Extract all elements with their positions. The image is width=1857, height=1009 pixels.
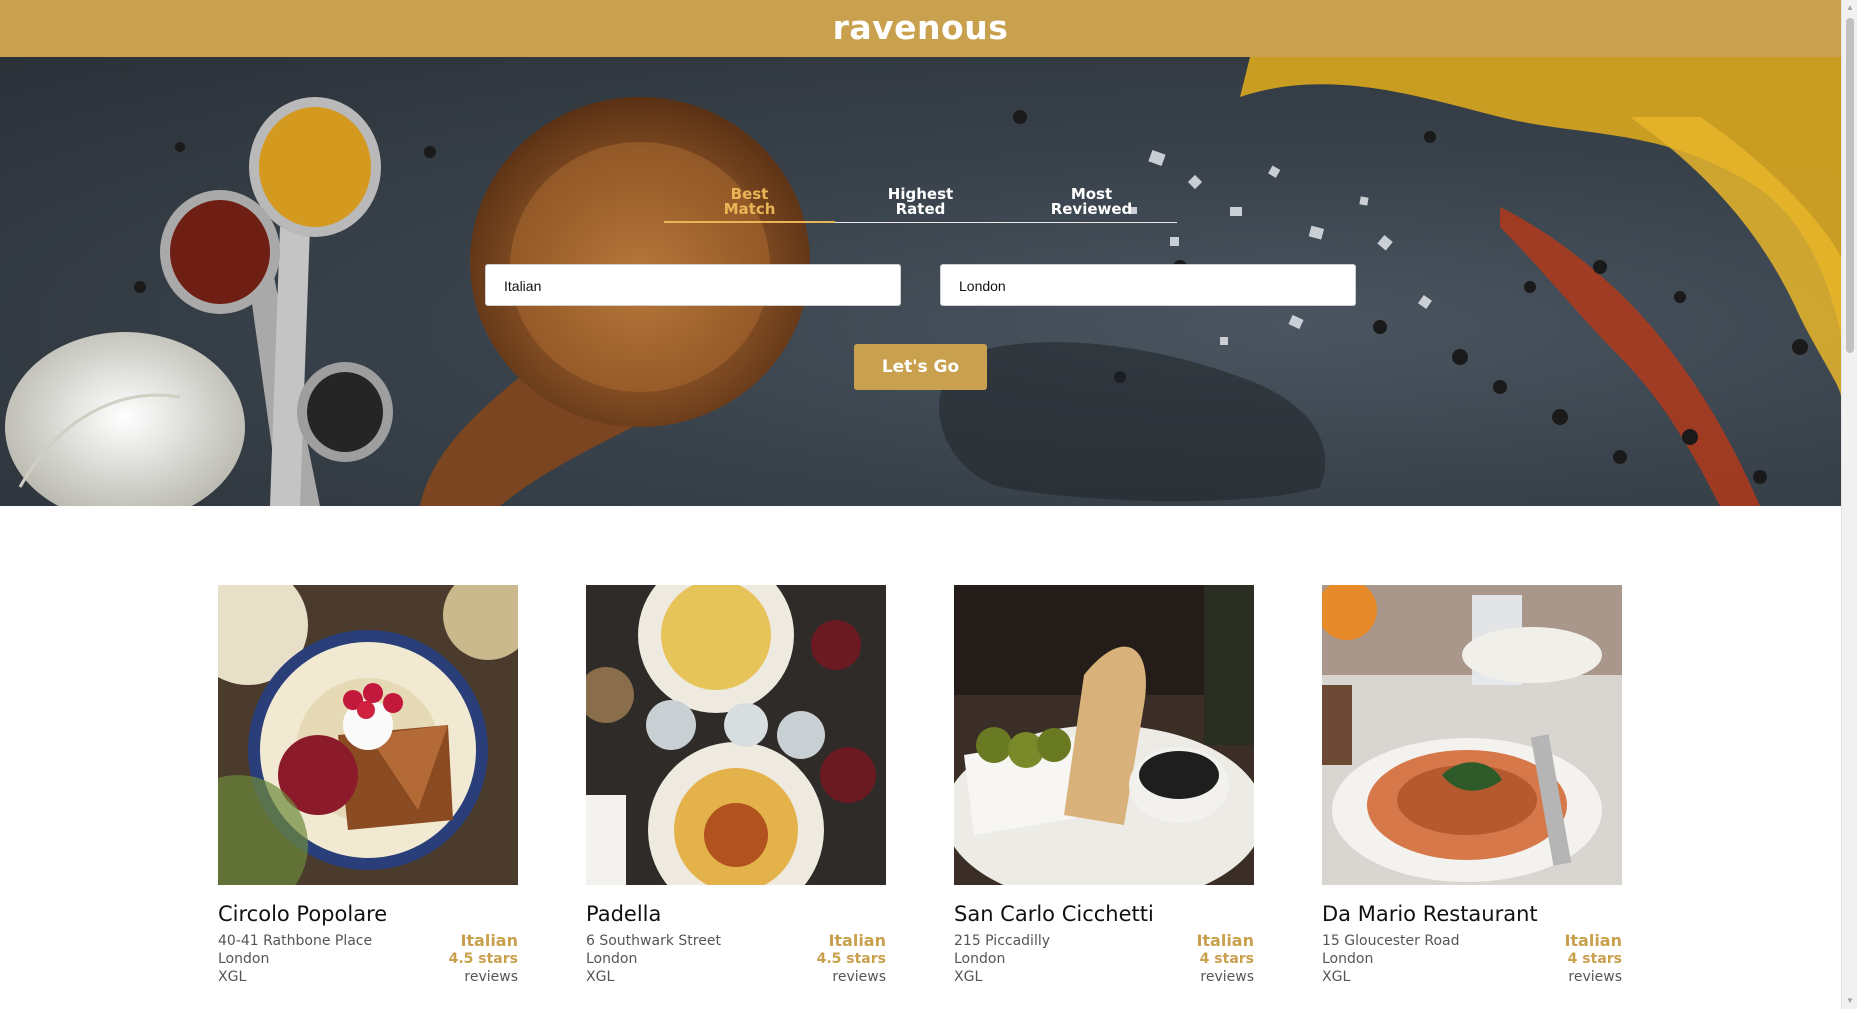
address-city: London xyxy=(1322,951,1374,967)
sort-tab-label: Rated xyxy=(895,200,946,218)
business-address: 15 Gloucester Road London XGL xyxy=(1322,932,1459,986)
business-name: Da Mario Restaurant xyxy=(1322,902,1538,926)
business-rating: 4.5 stars xyxy=(448,951,518,967)
address-code: XGL xyxy=(218,969,247,985)
business-reviews: Italian 4.5 stars reviews xyxy=(449,932,518,986)
search-location-input[interactable]: London xyxy=(940,264,1356,306)
business-category: Italian xyxy=(1196,931,1254,950)
address-code: XGL xyxy=(954,969,983,985)
business-name: Padella xyxy=(586,902,662,926)
header-bar: ravenous xyxy=(0,0,1841,57)
hero-background-image xyxy=(5,57,1841,506)
business-review-count: reviews xyxy=(1568,969,1622,985)
sort-most-reviewed-tab[interactable]: Most Reviewed xyxy=(1006,185,1177,222)
search-hero: Best Match Highest Rated Most Reviewed I… xyxy=(0,57,1841,506)
page-scrollbar[interactable]: ▲ ▼ xyxy=(1841,0,1857,1009)
lets-go-button[interactable]: Let's Go xyxy=(854,344,987,390)
business-image xyxy=(1322,585,1622,885)
business-name: Circolo Popolare xyxy=(218,902,388,926)
business-reviews: Italian 4.5 stars reviews xyxy=(817,932,886,986)
business-card: Padella 6 Southwark Street London XGL It… xyxy=(586,585,886,986)
business-address: 6 Southwark Street London XGL xyxy=(586,932,721,986)
business-address: 215 Piccadilly London XGL xyxy=(954,932,1050,986)
business-reviews: Italian 4 stars reviews xyxy=(1564,932,1622,986)
scroll-up-arrow-icon[interactable]: ▲ xyxy=(1845,3,1855,13)
address-street: 40-41 Rathbone Place xyxy=(218,933,373,949)
address-street: 6 Southwark Street xyxy=(586,933,721,949)
business-category: Italian xyxy=(1564,931,1622,950)
business-image xyxy=(218,585,518,885)
business-rating: 4 stars xyxy=(1567,951,1622,967)
business-review-count: reviews xyxy=(1200,969,1254,985)
sort-tab-label: Reviewed xyxy=(1050,200,1133,218)
sort-options: Best Match Highest Rated Most Reviewed xyxy=(664,185,1177,223)
business-image xyxy=(586,585,886,885)
business-rating: 4 stars xyxy=(1199,951,1254,967)
address-street: 15 Gloucester Road xyxy=(1322,933,1460,949)
address-street: 215 Piccadilly xyxy=(954,933,1051,949)
business-card: Da Mario Restaurant 15 Gloucester Road L… xyxy=(1322,585,1622,986)
business-card: Circolo Popolare 40-41 Rathbone Place Lo… xyxy=(218,585,518,986)
business-card: San Carlo Cicchetti 215 Piccadilly Londo… xyxy=(954,585,1254,986)
business-category: Italian xyxy=(460,931,518,950)
business-review-count: reviews xyxy=(832,969,886,985)
sort-best-match-tab[interactable]: Best Match xyxy=(664,185,835,223)
search-term-input[interactable]: Italian xyxy=(485,264,901,306)
sort-tab-label: Match xyxy=(723,200,776,218)
address-city: London xyxy=(218,951,270,967)
business-image xyxy=(954,585,1254,885)
address-code: XGL xyxy=(1322,969,1351,985)
business-category: Italian xyxy=(828,931,886,950)
address-city: London xyxy=(954,951,1006,967)
scroll-down-arrow-icon[interactable]: ▼ xyxy=(1845,996,1855,1006)
address-city: London xyxy=(586,951,638,967)
business-reviews: Italian 4 stars reviews xyxy=(1196,932,1254,986)
business-name: San Carlo Cicchetti xyxy=(954,902,1154,926)
sort-highest-rated-tab[interactable]: Highest Rated xyxy=(835,185,1006,222)
logo: ravenous xyxy=(832,8,1009,47)
scrollbar-thumb[interactable] xyxy=(1846,18,1854,353)
business-review-count: reviews xyxy=(464,969,518,985)
address-code: XGL xyxy=(586,969,615,985)
business-address: 40-41 Rathbone Place London XGL xyxy=(218,932,372,986)
business-rating: 4.5 stars xyxy=(816,951,886,967)
